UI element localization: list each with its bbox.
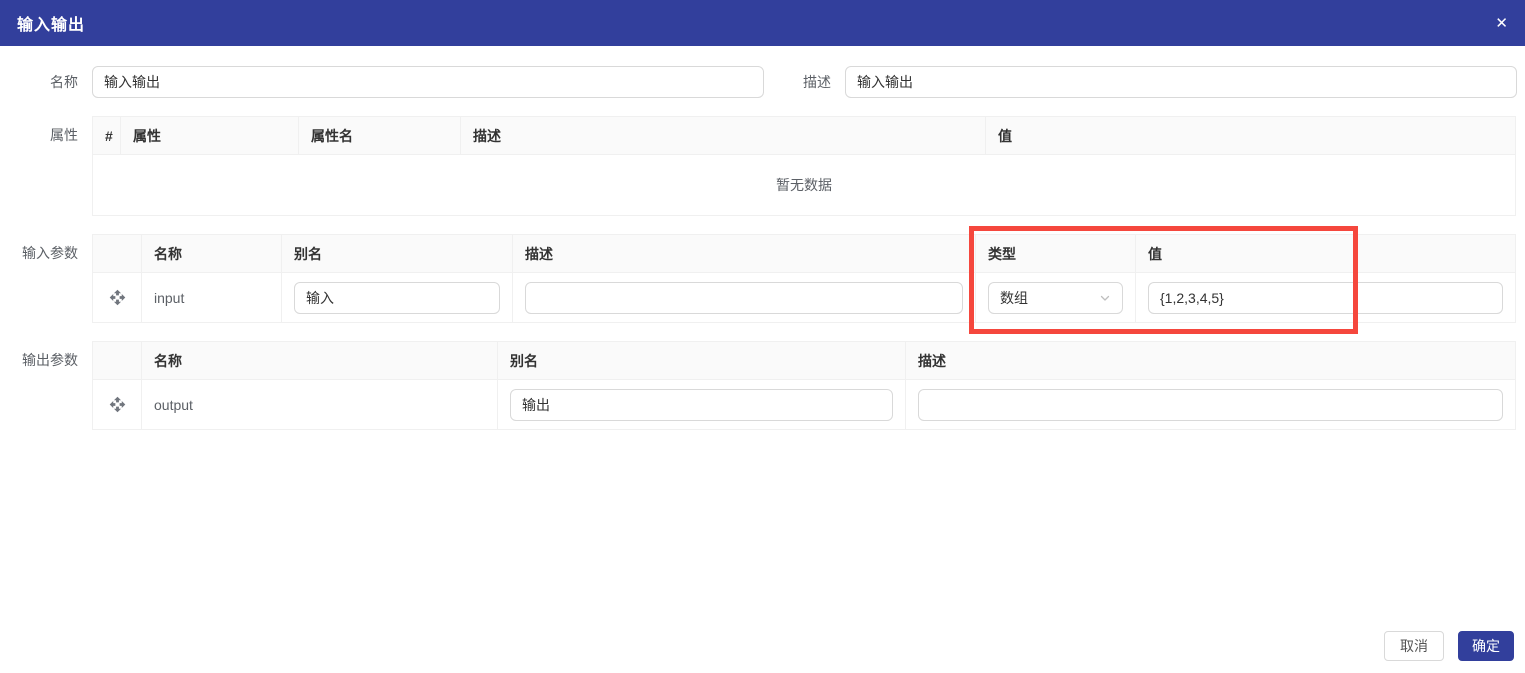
output-param-alias-input[interactable] — [510, 388, 893, 421]
output-params-col-alias: 别名 — [497, 341, 906, 380]
output-param-description-input[interactable] — [918, 388, 1503, 421]
move-cross-icon — [109, 289, 125, 305]
output-params-col-drag — [92, 341, 142, 380]
attributes-col-index: # — [92, 116, 121, 155]
drag-handle[interactable] — [107, 287, 128, 308]
input-params-col-name: 名称 — [141, 234, 282, 273]
output-params-col-description: 描述 — [905, 341, 1516, 380]
output-params-section-label: 输出参数 — [22, 352, 78, 368]
dialog-header: 输入输出 ✕ — [0, 0, 1525, 46]
output-params-col-name: 名称 — [141, 341, 498, 380]
output-param-row: output — [92, 379, 1516, 430]
input-params-col-drag — [92, 234, 142, 273]
name-label: 名称 — [50, 74, 78, 90]
attributes-header-row: # 属性 属性名 描述 值 — [92, 116, 1516, 155]
description-input[interactable] — [845, 66, 1517, 98]
no-data-placeholder: 暂无数据 — [92, 154, 1516, 216]
input-params-col-description: 描述 — [512, 234, 976, 273]
type-select-value: 数组 — [1000, 289, 1028, 306]
input-param-type-select[interactable]: 数组 — [988, 281, 1123, 314]
input-param-description-input[interactable] — [525, 281, 963, 314]
attributes-col-attribute: 属性 — [120, 116, 299, 155]
input-params-col-alias: 别名 — [281, 234, 513, 273]
attributes-section-label: 属性 — [50, 127, 78, 143]
dialog-title: 输入输出 — [17, 17, 86, 34]
close-icon[interactable]: ✕ — [1495, 16, 1508, 31]
input-param-alias-input[interactable] — [294, 281, 500, 314]
attributes-col-description: 描述 — [460, 116, 986, 155]
input-params-header-row: 名称 别名 描述 类型 值 — [92, 234, 1516, 273]
input-param-name: input — [141, 272, 282, 323]
input-param-row: input 数组 — [92, 272, 1516, 323]
attributes-col-attribute-name: 属性名 — [298, 116, 461, 155]
input-params-table: 名称 别名 描述 类型 值 input 输入 数组 {1,2,3,4,5} — [92, 234, 1516, 323]
attributes-col-value: 值 — [985, 116, 1516, 155]
output-params-header-row: 名称 别名 描述 — [92, 341, 1516, 380]
output-param-name: output — [141, 379, 498, 430]
input-param-value-input[interactable] — [1148, 281, 1503, 314]
input-params-section-label: 输入参数 — [22, 245, 78, 261]
name-input[interactable] — [92, 66, 764, 98]
confirm-button[interactable]: 确定 — [1458, 631, 1514, 661]
output-params-table: 名称 别名 描述 output — [92, 341, 1516, 430]
input-params-col-value: 值 — [1135, 234, 1516, 273]
description-label: 描述 — [803, 74, 831, 90]
move-cross-icon — [109, 396, 125, 412]
input-params-col-type: 类型 — [975, 234, 1136, 273]
drag-handle[interactable] — [107, 394, 128, 415]
attributes-table: # 属性 属性名 描述 值 暂无数据 — [92, 116, 1516, 216]
attributes-empty-row: 暂无数据 — [92, 154, 1516, 216]
chevron-down-icon — [1100, 295, 1110, 301]
cancel-button[interactable]: 取消 — [1384, 631, 1444, 661]
